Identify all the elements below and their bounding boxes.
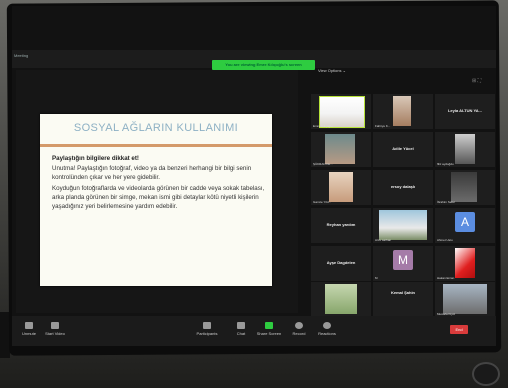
participant-tile[interactable]: ersoy dalaşlı: [373, 170, 433, 205]
window-controls-icon[interactable]: ⊞ ⛶: [472, 78, 481, 84]
participant-gallery: Emre Kılıçoğlu Fahriye K... Leyla ALTUN …: [309, 92, 496, 317]
participant-tile[interactable]: Leyla ALTUN YA...: [435, 94, 495, 129]
participant-name: İbrahim Sefer: [437, 200, 456, 204]
participant-name: Gamze Yıld...: [313, 200, 332, 204]
participant-name: Adile Yücel: [392, 146, 414, 151]
participant-video: [455, 248, 475, 278]
participant-video: [325, 284, 357, 314]
participant-name: Ayşe Dagdelen: [326, 260, 356, 265]
reactions-button[interactable]: Reactions: [312, 322, 342, 336]
start-video-button[interactable]: Start Video: [40, 322, 70, 336]
participant-tile[interactable]: [311, 282, 371, 317]
participants-button[interactable]: Participants: [192, 322, 222, 336]
participant-name: ŞÜKRAN De...: [313, 162, 333, 166]
end-meeting-button[interactable]: End: [450, 325, 468, 334]
desk-lamp: [472, 362, 500, 386]
view-options-button[interactable]: View Options ⌄: [318, 68, 346, 73]
participant-tile[interactable]: İbrahim Sefer: [435, 170, 495, 205]
slide-body: Paylaştığın bilgilere dikkat et! Unutma!…: [52, 154, 266, 212]
participant-tile[interactable]: Hakan Ercan: [435, 246, 495, 281]
participant-tile[interactable]: filiz aydoğdu: [435, 132, 495, 167]
zoom-window: Meeting You are viewing Emre Kılıçoğlu's…: [12, 6, 496, 346]
people-icon: [203, 322, 211, 329]
microphone-icon: [25, 322, 33, 329]
participant-name: Fahriye K...: [375, 124, 391, 128]
participant-video: [379, 210, 427, 240]
slide-paragraph-2: Koyduğun fotoğraflarda ve videolarda gör…: [52, 184, 265, 211]
shared-screen-area: SOSYAL AĞLARIN KULLANIMI Paylaştığın bil…: [16, 70, 298, 313]
avatar: M: [393, 250, 413, 270]
participant-name: Arzu sarhan: [375, 238, 392, 242]
participant-tile[interactable]: Mustafa Kiyol: [435, 282, 495, 317]
slide-paragraph-1: Unutma! Paylaştığın fotoğraf, video ya d…: [52, 165, 252, 182]
participant-name: ersoy dalaşlı: [390, 184, 416, 189]
participant-tile[interactable]: Gamze Yıld...: [311, 170, 371, 205]
participant-name: Hakan Ercan: [437, 276, 455, 280]
meeting-toolbar: Unmute Start Video Participants Chat Sha…: [12, 316, 496, 346]
presentation-slide: SOSYAL AĞLARIN KULLANIMI Paylaştığın bil…: [40, 114, 272, 286]
participant-tile[interactable]: Emre Kılıçoğlu: [311, 94, 371, 129]
viewing-banner: You are viewing Emre Kılıçoğlu's screen: [212, 60, 315, 70]
record-icon: [295, 322, 303, 329]
chat-icon: [237, 322, 245, 329]
participant-tile[interactable]: Adile Yücel: [373, 132, 433, 167]
participant-tile[interactable]: Reyhan yardım: [311, 208, 371, 243]
slide-title: SOSYAL AĞLARIN KULLANIMI: [73, 122, 239, 134]
participant-name: Ahmet Ustu: [437, 238, 453, 242]
slide-heading: Paylaştığın bilgilere dikkat et!: [52, 155, 139, 162]
record-button[interactable]: Record: [284, 322, 314, 336]
slide-divider: [40, 144, 272, 147]
participant-video: [443, 284, 487, 314]
camera-icon: [51, 322, 59, 329]
participant-tile[interactable]: Kemal Şahin: [373, 282, 433, 317]
share-screen-icon: [265, 322, 273, 329]
participant-name: filiz aydoğdu: [437, 162, 454, 166]
participant-name: Kemal Şahin: [390, 290, 415, 295]
participant-tile[interactable]: Arzu sarhan: [373, 208, 433, 243]
participant-tile[interactable]: Fahriye K...: [373, 94, 433, 129]
share-screen-button[interactable]: Share Screen: [254, 322, 284, 336]
participant-tile[interactable]: A Ahmet Ustu: [435, 208, 495, 243]
participant-video: [451, 172, 477, 202]
participant-tile[interactable]: M M: [373, 246, 433, 281]
participant-name: M: [375, 276, 378, 280]
meeting-label: Meeting: [14, 53, 29, 58]
participant-video: [329, 172, 353, 202]
participant-tile[interactable]: ŞÜKRAN De...: [311, 132, 371, 167]
participant-video: [455, 134, 475, 164]
participant-video: [325, 134, 355, 164]
participant-name: Leyla ALTUN YA...: [447, 108, 482, 113]
avatar: A: [455, 212, 475, 232]
participant-tile[interactable]: Ayşe Dagdelen: [311, 246, 371, 281]
participant-name: Emre Kılıçoğlu: [313, 124, 333, 128]
smiley-icon: [323, 322, 331, 329]
participant-name: Reyhan yardım: [326, 222, 356, 227]
chat-button[interactable]: Chat: [226, 322, 256, 336]
participant-video: [393, 96, 411, 126]
